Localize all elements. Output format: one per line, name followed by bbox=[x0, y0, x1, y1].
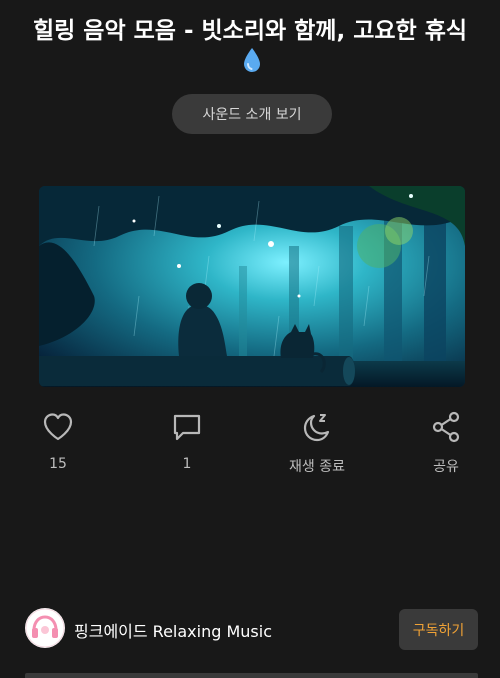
sound-detail-screen: 힐링 음악 모음 - 빗소리와 함께, 고요한 휴식 사운드 소개 보기 15 … bbox=[0, 0, 500, 678]
page-title: 힐링 음악 모음 - 빗소리와 함께, 고요한 휴식 bbox=[30, 16, 470, 82]
speech-bubble-icon bbox=[173, 414, 201, 441]
subscribe-button[interactable]: 구독하기 bbox=[399, 609, 478, 650]
sleep-timer-label: 재생 종료 bbox=[289, 459, 345, 475]
channel-row: 핑크에이드 Relaxing Music 구독하기 bbox=[0, 606, 500, 652]
sound-intro-button-label: 사운드 소개 보기 bbox=[202, 107, 302, 123]
moon-zz-icon bbox=[303, 414, 330, 442]
sleep-timer-button[interactable]: 재생 종료 bbox=[277, 410, 357, 480]
action-bar: 15 1 재생 종료 공유 bbox=[0, 410, 500, 480]
page-title-text: 힐링 음악 모음 - 빗소리와 함께, 고요한 휴식 bbox=[32, 18, 468, 44]
like-button[interactable]: 15 bbox=[18, 410, 98, 480]
like-count: 15 bbox=[49, 456, 67, 472]
comment-count: 1 bbox=[182, 456, 192, 472]
pink-headphones-avatar bbox=[25, 608, 65, 648]
artwork-image bbox=[39, 186, 465, 387]
bottom-panel-edge bbox=[25, 673, 478, 678]
subscribe-button-label: 구독하기 bbox=[412, 622, 465, 639]
sound-intro-button[interactable]: 사운드 소개 보기 bbox=[172, 94, 332, 134]
heart-outline-icon bbox=[43, 413, 73, 441]
water-drop-icon bbox=[242, 47, 262, 82]
channel-avatar[interactable] bbox=[25, 608, 65, 648]
share-button[interactable]: 공유 bbox=[406, 410, 486, 480]
share-label: 공유 bbox=[433, 459, 459, 475]
share-nodes-icon bbox=[432, 411, 460, 443]
channel-name[interactable]: 핑크에이드 Relaxing Music bbox=[74, 618, 272, 642]
comment-button[interactable]: 1 bbox=[147, 410, 227, 480]
